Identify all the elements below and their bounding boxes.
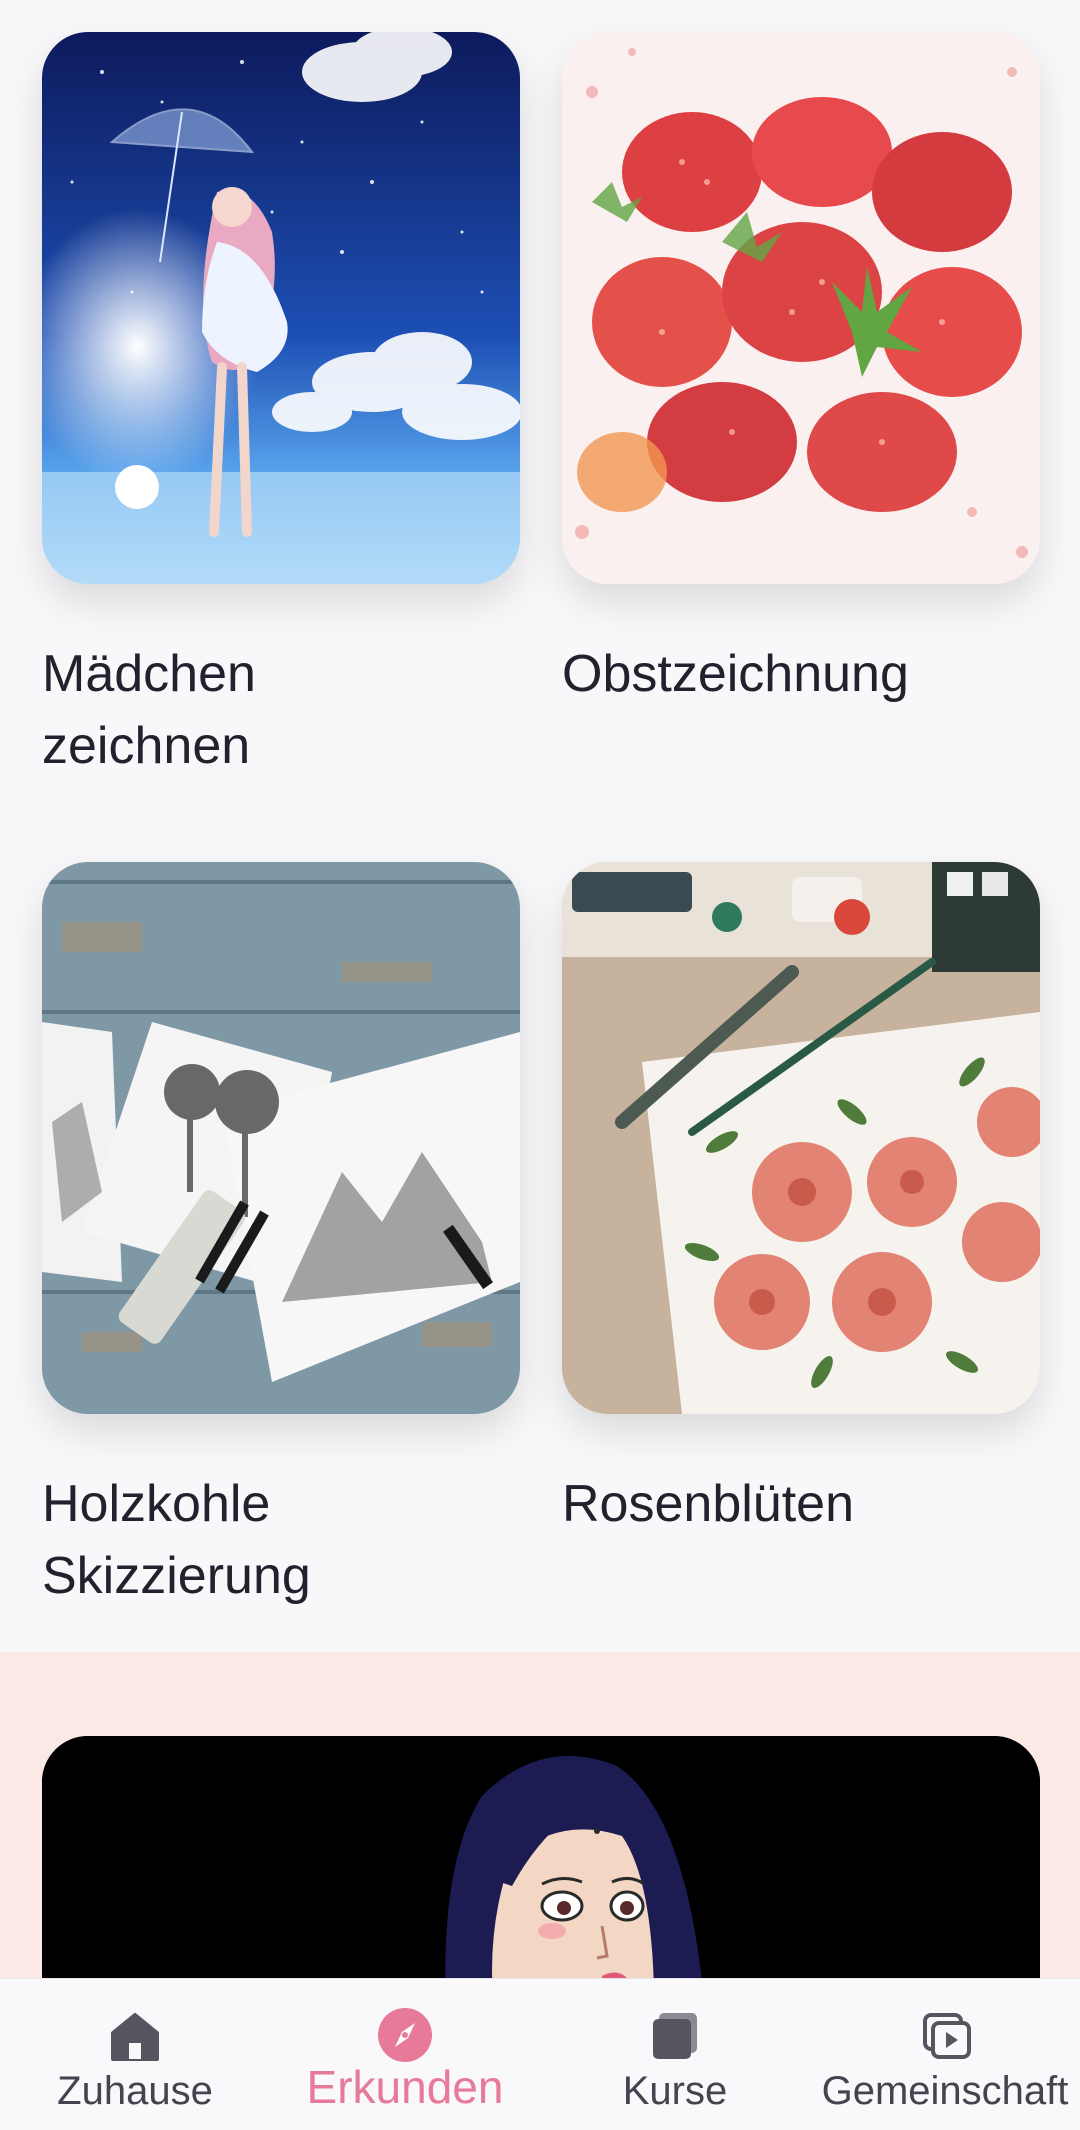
course-thumbnail-strawberries[interactable] <box>562 32 1040 584</box>
watercolor-flowers-photo <box>562 862 1040 1414</box>
video-stack-icon <box>923 2013 971 2059</box>
course-title-line: Obstzeichnung <box>562 645 909 703</box>
course-title-line: Holzkohle <box>42 1475 271 1533</box>
course-title-line: Rosenblüten <box>562 1475 854 1533</box>
home-icon <box>111 2013 159 2061</box>
course-title: Mädchen zeichnen <box>42 638 512 782</box>
nav-label: Zuhause <box>57 2069 213 2113</box>
book-stack-icon <box>653 2013 697 2059</box>
charcoal-sketches-photo <box>42 862 520 1414</box>
course-title: Holzkohle Skizzierung <box>42 1468 512 1612</box>
course-title: Obstzeichnung <box>562 638 1032 710</box>
anime-girl-illustration <box>42 32 520 584</box>
strawberry-watercolor <box>562 32 1040 584</box>
nav-item-zuhause[interactable]: Zuhause <box>0 1979 270 2130</box>
compass-icon <box>378 2008 432 2062</box>
nav-label: Kurse <box>622 2069 728 2113</box>
nav-label: Gemeinschaft <box>821 2069 1069 2113</box>
bottom-navigation: Zuhause Erkunden Kurse Gemeinschaft <box>0 1978 1080 2130</box>
course-thumbnail-charcoal[interactable] <box>42 862 520 1414</box>
course-title-line: Mädchen <box>42 645 256 703</box>
nav-label: Erkunden <box>306 2061 504 2113</box>
course-title-line: zeichnen <box>42 717 251 775</box>
course-thumbnail-anime-girl[interactable] <box>42 32 520 584</box>
nav-item-kurse[interactable]: Kurse <box>540 1979 810 2130</box>
nav-item-gemeinschaft[interactable]: Gemeinschaft <box>810 1979 1080 2130</box>
course-thumbnail-flowers[interactable] <box>562 862 1040 1414</box>
nav-item-erkunden[interactable]: Erkunden <box>270 1979 540 2130</box>
course-title: Rosenblüten <box>562 1468 1032 1540</box>
course-title-line: Skizzierung <box>42 1547 311 1605</box>
